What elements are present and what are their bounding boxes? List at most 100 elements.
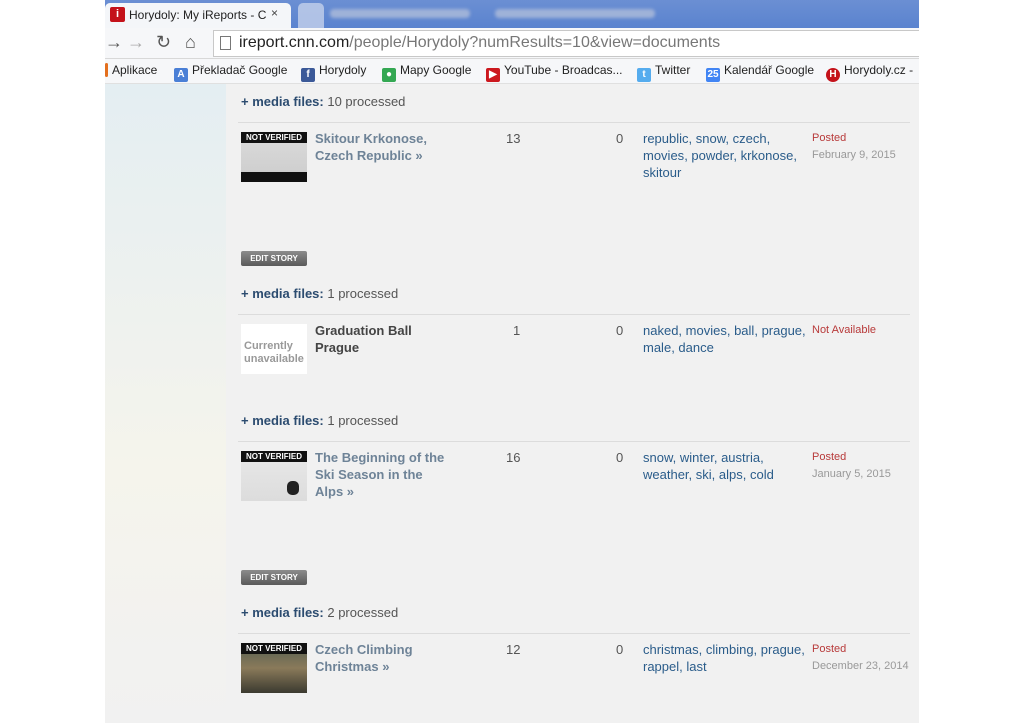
cnn-ireport-favicon-icon: i — [110, 7, 125, 22]
translate-icon: A — [174, 68, 188, 82]
page-content: + media files: 10 processed NOT VERIFIED… — [105, 84, 919, 723]
bookmark-horydoly[interactable]: f Horydoly — [301, 63, 366, 82]
tag-link[interactable]: last — [686, 659, 706, 674]
story-comments-count: 0 — [616, 323, 624, 338]
media-files-toggle[interactable]: + media files: — [241, 94, 324, 109]
bookmark-prekladac-google[interactable]: A Překladač Google — [174, 63, 287, 82]
horydoly-icon: H — [826, 68, 840, 82]
facebook-icon: f — [301, 68, 315, 82]
tab-title: Horydoly: My iReports - C — [129, 8, 267, 22]
story-title: Graduation Ball Prague — [315, 323, 412, 355]
tag-link[interactable]: cold — [750, 467, 774, 482]
story-thumbnail[interactable]: Currently unavailable — [241, 324, 307, 374]
bookmark-horydoly-cz[interactable]: H Horydoly.cz - — [826, 63, 913, 82]
story-date: February 9, 2015 — [812, 149, 896, 161]
tab-close-icon[interactable]: × — [271, 6, 278, 20]
story-date: January 5, 2015 — [812, 468, 891, 480]
forward-arrow-icon[interactable]: → — [127, 33, 145, 51]
bookmark-aplikace[interactable]: Aplikace — [105, 63, 157, 77]
bookmarks-bar: Aplikace A Překladač Google f Horydoly ● Ma… — [105, 59, 919, 84]
not-verified-badge: NOT VERIFIED — [241, 643, 307, 654]
tag-link[interactable]: austria — [721, 450, 760, 465]
story-tags: snow, winter, austria, weather, ski, alp… — [643, 450, 774, 482]
tag-link[interactable]: ski — [696, 467, 712, 482]
story-tags: christmas, climbing, prague, rappel, las… — [643, 642, 805, 674]
address-url[interactable]: ireport.cnn.com/people/Horydoly?numResul… — [239, 34, 720, 52]
tag-link[interactable]: snow — [643, 450, 673, 465]
tag-link[interactable]: krkonose — [741, 148, 794, 163]
separator — [238, 441, 910, 442]
story-status: Posted — [812, 132, 847, 144]
edit-story-button[interactable]: EDIT STORY — [241, 251, 307, 266]
url-host: ireport.cnn.com — [239, 34, 350, 51]
separator — [238, 633, 910, 634]
story-status: Posted — [812, 643, 847, 655]
tag-link[interactable]: weather — [643, 467, 689, 482]
story-status: Posted — [812, 451, 847, 463]
tag-link[interactable]: ball — [734, 323, 754, 338]
maps-icon: ● — [382, 68, 396, 82]
story-title-link[interactable]: Skitour Krkonose, Czech Republic » — [315, 130, 445, 164]
separator — [238, 122, 910, 123]
media-files-toggle[interactable]: + media files: — [241, 286, 324, 301]
tag-link[interactable]: dance — [678, 340, 713, 355]
back-arrow-icon[interactable]: → — [105, 33, 123, 51]
tag-link[interactable]: skitour — [643, 165, 681, 180]
story-date: December 23, 2014 — [812, 660, 909, 672]
tab-strip: i Horydoly: My iReports - C × — [105, 0, 919, 28]
media-files-toggle[interactable]: + media files: — [241, 413, 324, 428]
browser-window: i Horydoly: My iReports - C × → → ↻ ⌂ ir… — [105, 0, 919, 723]
tab-blurred-2[interactable] — [495, 9, 655, 18]
story-comments-count: 0 — [616, 642, 624, 657]
tab-blurred[interactable] — [330, 9, 470, 18]
tag-link[interactable]: prague — [762, 323, 802, 338]
tab-new[interactable] — [298, 3, 324, 28]
reload-icon[interactable]: ↻ — [156, 33, 171, 51]
media-files-toggle[interactable]: + media files: — [241, 605, 324, 620]
tag-link[interactable]: christmas — [643, 642, 699, 657]
not-verified-badge: NOT VERIFIED — [241, 132, 307, 143]
media-files-row: + media files: 10 processed — [241, 94, 406, 109]
story-status: Not Available — [812, 324, 877, 336]
apps-icon — [105, 63, 108, 77]
media-files-row: + media files: 1 processed — [241, 413, 399, 428]
tab-active[interactable]: i Horydoly: My iReports - C × — [105, 3, 291, 28]
bookmark-mapy-google[interactable]: ● Mapy Google — [382, 63, 471, 82]
tag-link[interactable]: male — [643, 340, 671, 355]
left-panel — [105, 84, 226, 723]
tag-link[interactable]: winter — [680, 450, 714, 465]
tag-link[interactable]: czech — [733, 131, 767, 146]
bookmark-kalendar-google[interactable]: 25 Kalendář Google — [706, 63, 814, 82]
address-bar[interactable]: ireport.cnn.com/people/Horydoly?numResul… — [213, 30, 919, 57]
not-verified-badge: NOT VERIFIED — [241, 451, 307, 462]
edit-story-button[interactable]: EDIT STORY — [241, 570, 307, 585]
home-icon[interactable]: ⌂ — [185, 33, 196, 51]
story-views-count: 1 — [513, 323, 521, 338]
story-title-link[interactable]: Czech Climbing Christmas » — [315, 641, 445, 675]
story-thumbnail[interactable]: NOT VERIFIED — [241, 132, 307, 182]
story-thumbnail[interactable]: NOT VERIFIED — [241, 643, 307, 693]
youtube-icon: ▶ — [486, 68, 500, 82]
tag-link[interactable]: rappel — [643, 659, 679, 674]
story-views-count: 13 — [506, 131, 521, 146]
media-files-row: + media files: 1 processed — [241, 286, 399, 301]
tag-link[interactable]: prague — [761, 642, 801, 657]
media-files-row: + media files: 2 processed — [241, 605, 399, 620]
tag-link[interactable]: movies — [643, 148, 684, 163]
tag-link[interactable]: climbing — [706, 642, 754, 657]
thumbnail-unavailable-text: Currently unavailable — [241, 324, 307, 374]
tag-link[interactable]: movies — [686, 323, 727, 338]
page-icon — [220, 36, 231, 50]
tag-link[interactable]: snow — [696, 131, 726, 146]
tag-link[interactable]: alps — [719, 467, 743, 482]
tag-link[interactable]: powder — [691, 148, 733, 163]
navigation-toolbar: → → ↻ ⌂ ireport.cnn.com/people/Horydoly?… — [105, 28, 919, 59]
bookmark-twitter[interactable]: t Twitter — [637, 63, 690, 82]
story-views-count: 12 — [506, 642, 521, 657]
tag-link[interactable]: naked — [643, 323, 678, 338]
story-comments-count: 0 — [616, 131, 624, 146]
bookmark-youtube[interactable]: ▶ YouTube - Broadcas... — [486, 63, 623, 82]
story-thumbnail[interactable]: NOT VERIFIED — [241, 451, 307, 501]
tag-link[interactable]: republic — [643, 131, 689, 146]
story-title-link[interactable]: The Beginning of the Ski Season in the A… — [315, 449, 445, 500]
